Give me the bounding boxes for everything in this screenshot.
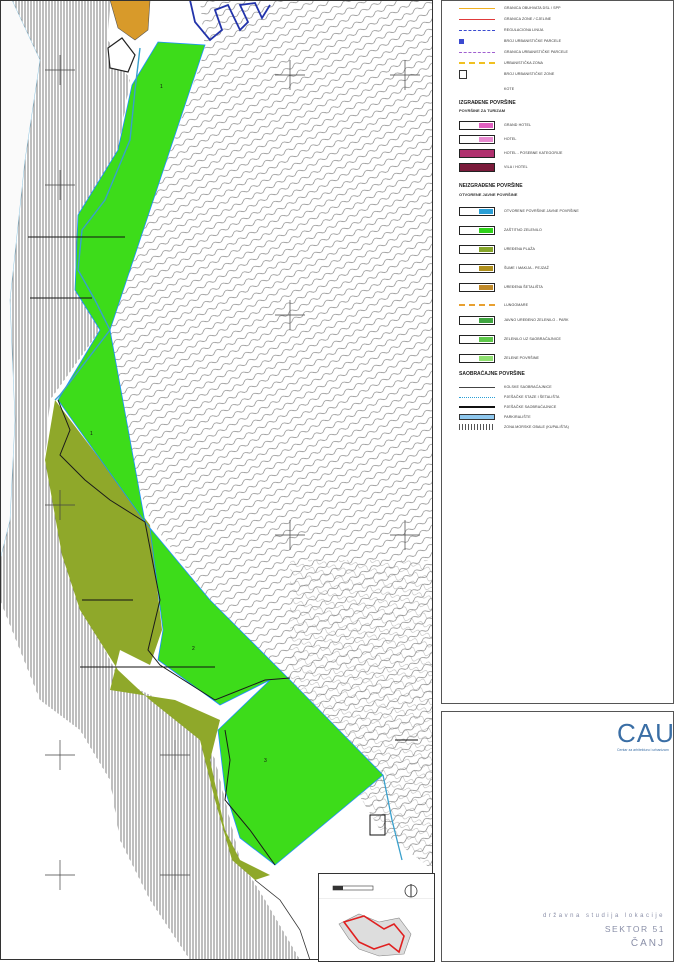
- parcel-label: 1: [90, 431, 93, 437]
- legend-subheading-public: OTVORENE JAVNE POVRŠINE: [459, 192, 518, 197]
- locator-divider: [319, 898, 434, 899]
- legend-item: PARKIRALIŠTE: [459, 412, 531, 422]
- legend-item: GRANICA ZONE / CJELINE: [459, 14, 551, 24]
- legend-item: VILA / HOTEL: [459, 162, 528, 172]
- legend-item: ZAŠTITNO ZELENILO: [459, 225, 542, 235]
- legend-item: OTVORENE POVRŠINE JAVNE POVRŠINE: [459, 206, 579, 216]
- legend-item: KOTE: [504, 87, 515, 91]
- legend-item: UREĐENA ŠETALIŠTA: [459, 282, 543, 292]
- title-block: CAU Centar za arhitekturu i urbanizam dr…: [441, 711, 674, 962]
- swatch: [479, 246, 493, 252]
- parcel-label: 2: [192, 646, 195, 652]
- legend-item: GRAND HOTEL: [459, 120, 531, 130]
- legend-item: BROJ URBANISTIČKE PARCELE: [459, 36, 561, 46]
- swatch: [479, 150, 493, 156]
- sector-title: SEKTOR 51: [604, 924, 665, 934]
- legend-item: ZONA MORSKE OBALE (KUPALIŠTA): [459, 422, 569, 432]
- swatch: [479, 336, 493, 342]
- legend-heading-built: IZGRAĐENE POVRŠINE: [459, 100, 516, 106]
- cau-logo-subtitle: Centar za arhitekturu i urbanizam: [617, 748, 669, 752]
- parcel-label: 3: [264, 758, 267, 764]
- legend-subheading-tourism: POVRŠINE ZA TURIZAM: [459, 108, 506, 113]
- legend-item: PJEŠAČKE STAZE I ŠETALIŠTA: [459, 392, 560, 402]
- swatch: [479, 164, 493, 170]
- swatch: [479, 317, 493, 323]
- legend-item: HOTEL: [459, 134, 516, 144]
- legend-item: HOTEL - POSEBNE KATEGORIJE: [459, 148, 563, 158]
- swatch: [479, 122, 493, 128]
- legend-item: GRANICA OBUHVATA DSL / SPP: [459, 3, 561, 13]
- legend-item: ŠUME I MAKIJA - PEJZAŽ: [459, 263, 549, 273]
- swatch: [479, 227, 493, 233]
- swatch: [479, 265, 493, 271]
- scale-bar-segment: [333, 886, 343, 890]
- legend-item: URBANISTIČKA ZONA: [459, 58, 543, 68]
- legend-item: ZELENE POVRŠINE: [459, 353, 539, 363]
- legend-item: LUNGOMARE: [459, 300, 528, 310]
- parcel-label: 1: [160, 84, 163, 90]
- legend-heading-unbuilt: NEIZGRAĐENE POVRŠINE: [459, 183, 523, 189]
- swatch: [479, 355, 493, 361]
- swatch: [479, 208, 493, 214]
- legend-item: ZELENILO UZ SAOBRAĆAJNICE: [459, 334, 561, 344]
- swatch: [479, 284, 493, 290]
- legend-item: KOLSKE SAOBRAĆAJNICE: [459, 382, 552, 392]
- legend-panel: GRANICA OBUHVATA DSL / SPP GRANICA ZONE …: [441, 0, 674, 704]
- legend-item: REGULACIONA LINIJA: [459, 25, 544, 35]
- place-name: ČANJ: [630, 938, 665, 949]
- locator-svg: [319, 884, 434, 957]
- legend-item: PJEŠAČKE SAOBRAĆAJNICE: [459, 402, 556, 412]
- legend-item: JAVNO UREĐENO ZELENILO - PARK: [459, 315, 569, 325]
- locator-inset-map: [318, 873, 435, 962]
- study-title: državna studija lokacije: [542, 913, 665, 919]
- legend-item: UREĐENA PLAŽA: [459, 244, 535, 254]
- legend-item: BROJ URBANISTIČKE ZONE: [459, 69, 554, 79]
- swatch: [479, 136, 493, 142]
- cau-logo: CAU: [617, 718, 675, 748]
- legend-item: GRANICA URBANISTIČKE PARCELE: [459, 47, 568, 57]
- legend-heading-traffic: SAOBRAĆAJNE POVRŠINE: [459, 371, 525, 377]
